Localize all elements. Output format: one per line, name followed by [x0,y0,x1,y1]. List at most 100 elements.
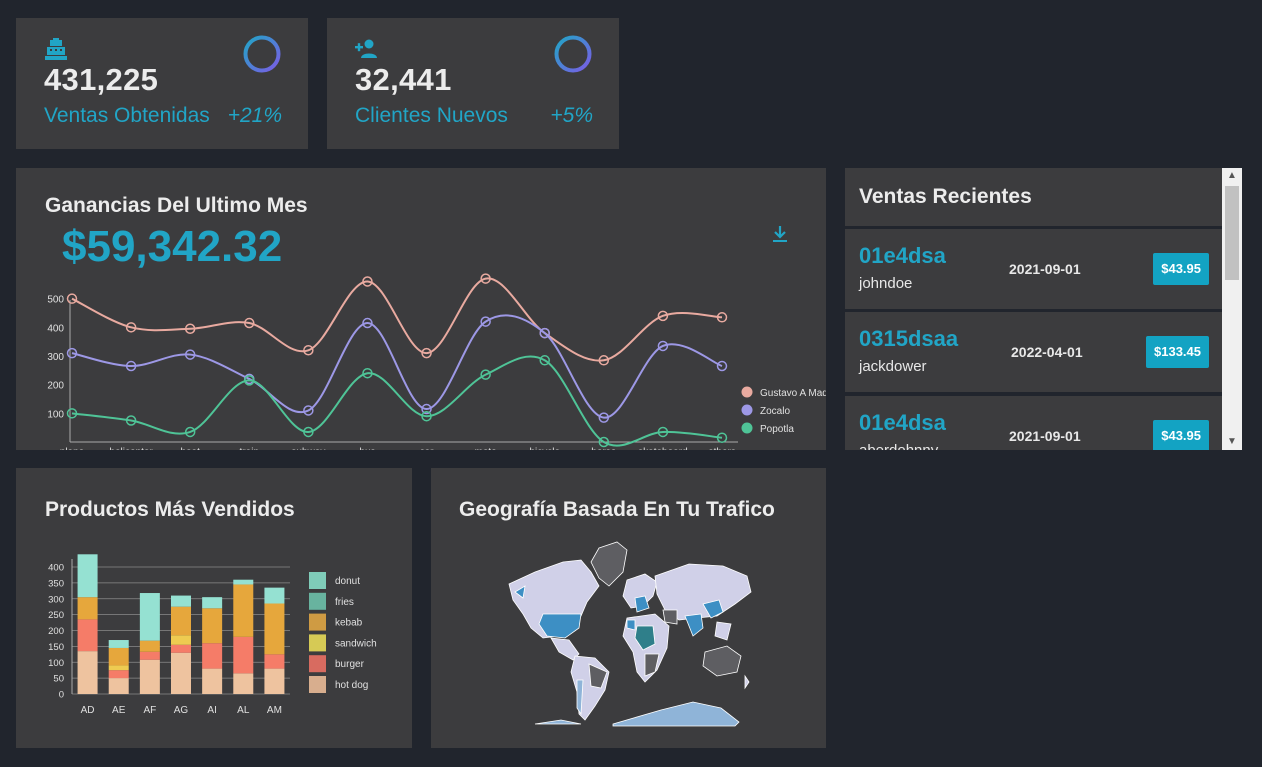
geo-card: Geografía Basada En Tu Trafico [431,468,826,748]
bar-segment [202,608,223,644]
legend-label: sandwich [335,638,377,649]
bar-segment [202,597,223,609]
x-tick-label: AD [81,705,95,716]
legend-label: burger [335,659,365,670]
bar-segment [139,593,160,641]
x-tick-label: AL [237,705,250,716]
stat-value: 32,441 [355,62,452,97]
bar-segment [139,640,160,652]
scroll-up-icon[interactable]: ▲ [1222,168,1242,184]
bar-segment [233,584,254,637]
bar-segment [264,603,285,655]
x-tick-label: car [420,447,435,450]
x-tick-label: boat [180,447,200,450]
sale-date: 2021-09-01 [1009,428,1081,444]
progress-ring-icon [243,35,281,73]
stat-card-customers: 32,441 Clientes Nuevos +5% [327,18,619,149]
legend-label: donut [335,576,360,587]
legend-swatch [309,572,326,589]
y-tick-label: 500 [47,295,64,306]
x-tick-label: moto [475,447,498,450]
bar-segment [108,678,129,694]
x-tick-label: helicopter [109,447,153,450]
series-line [71,277,723,362]
x-tick-label: AG [174,705,189,716]
x-tick-label: AE [112,705,126,716]
x-tick-label: skateboard [638,447,687,450]
stat-change: +5% [550,104,593,127]
products-bar-chart: 0 50 100 150 200 250 300 350 400 AD AE AF AG AI AL AM do… [48,554,377,716]
scroll-down-icon[interactable]: ▼ [1222,434,1242,450]
sale-id: 01e4dsa [859,243,946,268]
sale-id: 01e4dsa [859,410,946,435]
earnings-card: Ganancias Del Ultimo Mes $59,342.32 100 2… [16,168,826,450]
stat-label: Clientes Nuevos [355,104,508,127]
y-tick-label: 300 [48,594,64,605]
cash-register-icon [45,38,67,60]
sale-user: aberdohnny [859,442,938,450]
list-item[interactable]: 01e4dsa aberdohnny 2021-09-01 $43.95 [845,396,1222,450]
sale-user: jackdower [859,358,927,375]
bar-segment [171,644,191,653]
y-tick-label: 350 [48,578,64,589]
x-tick-label: others [708,447,736,450]
stat-value: 431,225 [44,62,159,97]
legend-swatch [309,592,326,610]
legend-swatch [741,422,753,434]
y-tick-label: 200 [48,626,64,637]
x-tick-label: AF [143,705,156,716]
legend-label: kebab [335,618,363,629]
sale-date: 2021-09-01 [1009,261,1081,277]
legend-swatch [309,655,326,673]
bar-segment [264,654,285,669]
bar-segment [108,670,129,679]
bar-segment [264,668,285,694]
progress-ring-icon [554,35,592,73]
sale-id: 0315dsaa [859,326,959,351]
bar-segment [264,587,285,604]
legend-label: Zocalo [760,406,790,417]
legend-swatch [309,634,326,652]
legend-label: Popotla [760,424,794,435]
bar-segment [108,665,129,671]
scrollbar-thumb[interactable] [1225,186,1239,280]
y-tick-label: 300 [47,352,64,363]
legend-swatch [309,676,326,693]
y-tick-label: 0 [59,690,64,701]
bar-segment [77,619,98,652]
x-tick-label: AI [207,705,216,716]
scrollbar[interactable]: ▲ ▼ [1222,168,1242,450]
earnings-line-chart: 100 200 300 400 500 plane helicopter boat train s… [47,273,826,450]
bar-segment [77,651,98,694]
y-tick-label: 200 [47,381,64,392]
sale-user: johndoe [859,275,913,292]
x-tick-label: subway [291,447,325,450]
stat-change: +21% [227,104,282,127]
bar-segment [139,659,160,694]
world-map[interactable] [431,468,826,748]
y-tick-label: 250 [48,610,64,621]
add-user-icon [355,39,377,58]
sale-date: 2022-04-01 [1011,344,1083,360]
bar-segment [202,668,223,694]
legend-swatch [741,404,753,416]
bar-segment [77,597,98,620]
x-tick-label: bicycle [529,447,560,450]
y-tick-label: 150 [48,642,64,653]
y-tick-label: 100 [48,658,64,669]
y-tick-label: 400 [47,323,64,334]
bar-segment [139,651,160,660]
list-item[interactable]: 0315dsaa jackdower 2022-04-01 $133.45 [845,312,1222,392]
x-tick-label: AM [267,705,282,716]
stat-card-sales: 431,225 Ventas Obtenidas +21% [16,18,308,149]
x-tick-label: bus [359,447,375,450]
legend-label: hot dog [335,680,368,691]
products-card: Productos Más Vendidos 0 50 100 150 200 250 30… [16,468,412,748]
y-tick-label: 400 [48,563,64,574]
list-item[interactable]: 01e4dsa johndoe 2021-09-01 $43.95 [845,229,1222,309]
bar-segment [108,647,129,666]
bar-segment [171,595,191,607]
legend-label: Gustavo A Madero [760,388,826,399]
y-tick-label: 50 [53,674,64,685]
stat-label: Ventas Obtenidas [44,104,210,127]
